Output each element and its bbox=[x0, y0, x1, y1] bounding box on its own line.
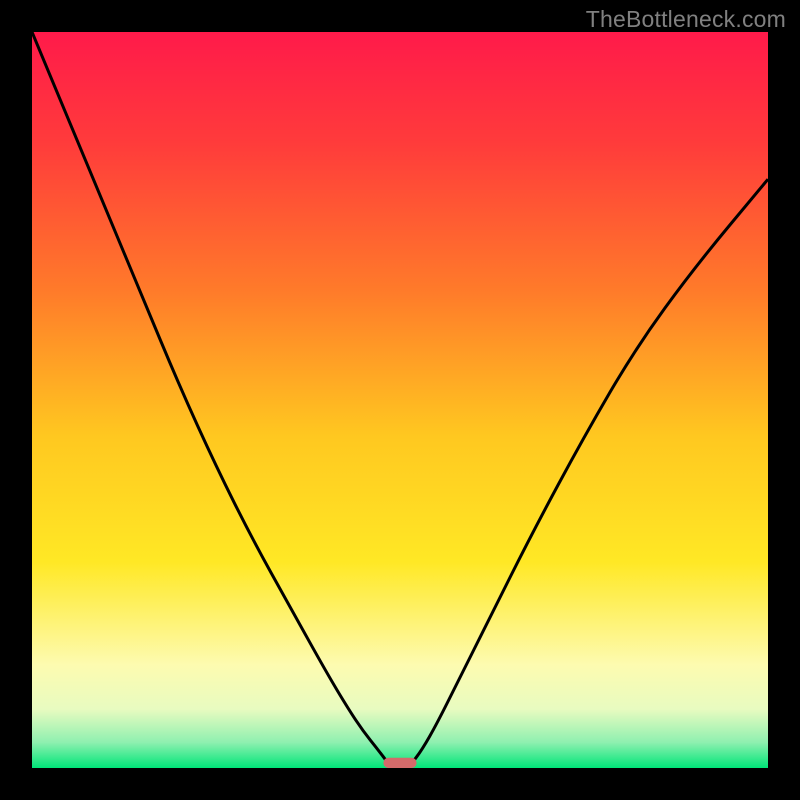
chart-svg bbox=[32, 32, 768, 768]
watermark-text: TheBottleneck.com bbox=[586, 6, 786, 33]
chart-plot-area bbox=[32, 32, 768, 768]
bottleneck-marker bbox=[383, 758, 416, 768]
gradient-background bbox=[32, 32, 768, 768]
